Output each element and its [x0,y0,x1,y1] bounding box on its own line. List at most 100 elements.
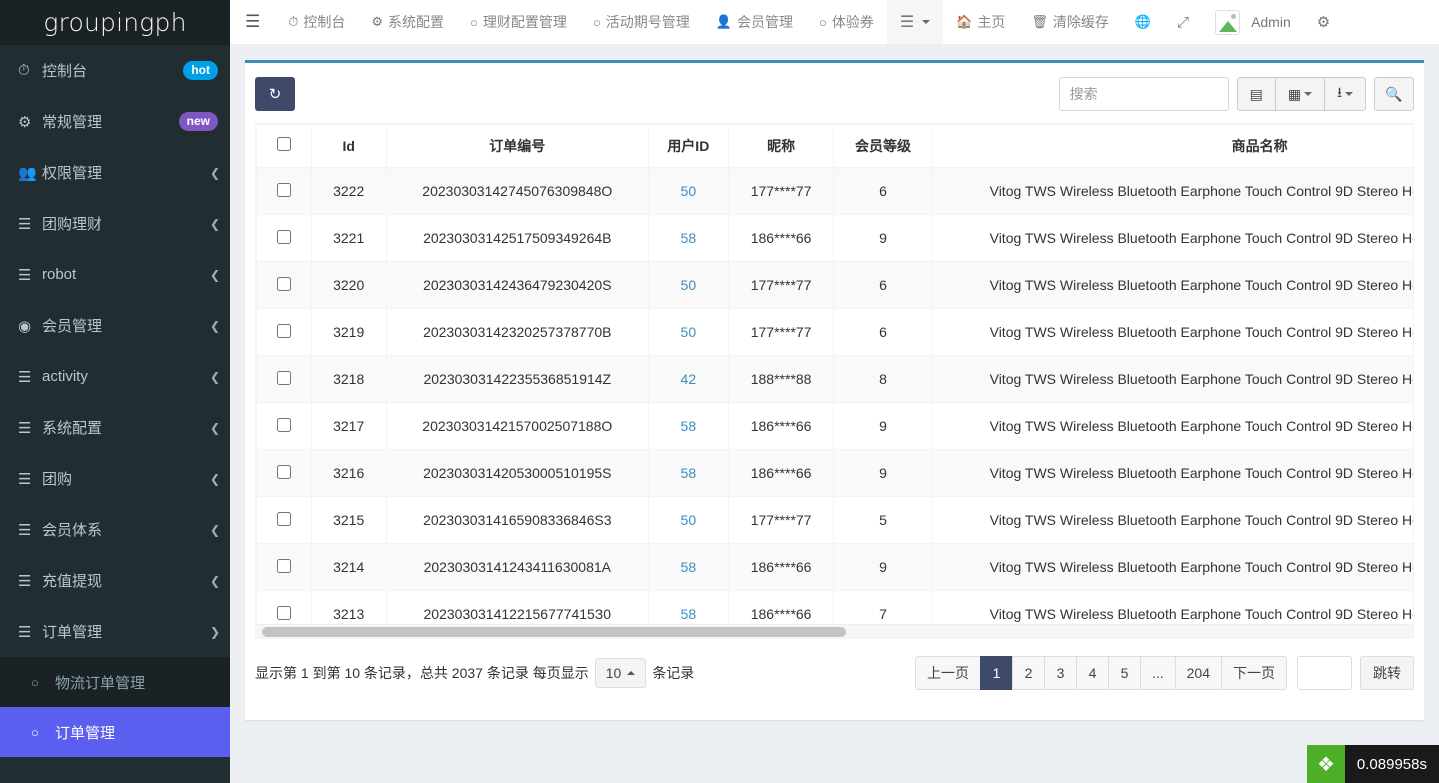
sidebar-item-groupfinance[interactable]: ☰ 团购理财 ❮ [0,198,230,249]
toggle-card-view-button[interactable]: ▤ [1237,77,1276,111]
cell-level: 6 [834,168,932,215]
page-button-5[interactable]: 5 [1108,656,1141,690]
table-row[interactable]: 321720230303142157002507188O58186****669… [257,403,1415,450]
page-button-2[interactable]: 2 [1012,656,1045,690]
scrollbar-thumb[interactable] [262,627,846,637]
sidebar-item-activity[interactable]: ☰ activity ❮ [0,351,230,402]
row-checkbox[interactable] [277,324,291,338]
table-row[interactable]: 321920230303142320257378770B50177****776… [257,309,1415,356]
nav-link-sysconfig[interactable]: ⚙ 系统配置 [358,0,457,44]
row-checkbox[interactable] [277,465,291,479]
col-uid[interactable]: 用户ID [648,125,728,168]
table-row[interactable]: 322220230303142745076309848O50177****776… [257,168,1415,215]
sidebar-item-recharge[interactable]: ☰ 充值提现 ❮ [0,555,230,606]
table-row[interactable]: 322120230303142517509349264B58186****669… [257,215,1415,262]
debug-time-label: 0.089958s [1345,745,1439,783]
table-row[interactable]: 322020230303142436479230420S50177****776… [257,262,1415,309]
sidebar-item-groupbuy[interactable]: ☰ 团购 ❮ [0,453,230,504]
nav-link-finance-config[interactable]: ○ 理财配置管理 [457,0,580,44]
cell-level: 5 [834,497,932,544]
uid-link[interactable]: 50 [681,324,697,340]
refresh-button[interactable]: ↻ [255,77,295,111]
export-dropdown-button[interactable]: ⭳ [1324,77,1366,111]
page-jump-input[interactable] [1297,656,1352,690]
table-row[interactable]: 321820230303142235536851914Z42188****888… [257,356,1415,403]
cell-level: 9 [834,403,932,450]
nav-fullscreen-button[interactable]: ⤢ [1164,0,1202,44]
row-checkbox[interactable] [277,418,291,432]
row-checkbox[interactable] [277,606,291,620]
page-button-3[interactable]: 3 [1044,656,1077,690]
nav-link-coupon[interactable]: ○ 体验券 [806,0,887,44]
uid-link[interactable]: 58 [681,559,697,575]
col-goods[interactable]: 商品名称 [932,125,1414,168]
nav-link-members[interactable]: 👤 会员管理 [703,0,806,44]
uid-link[interactable]: 50 [681,183,697,199]
columns-dropdown-button[interactable]: ▦ [1275,77,1325,111]
page-button-4[interactable]: 4 [1076,656,1109,690]
sidebar-item-sysconfig[interactable]: ☰ 系统配置 ❮ [0,402,230,453]
uid-link[interactable]: 50 [681,277,697,293]
table-row[interactable]: 32152023030314165908336846S350177****775… [257,497,1415,544]
nav-settings-button[interactable]: ⚙ [1304,0,1343,44]
nav-link-home[interactable]: 🏠 主页 [943,0,1018,44]
table-row[interactable]: 321420230303141243411630081A58186****669… [257,544,1415,591]
row-checkbox[interactable] [277,371,291,385]
cell-goods: Vitog TWS Wireless Bluetooth Earphone To… [932,450,1414,497]
col-nick[interactable]: 昵称 [728,125,834,168]
uid-link[interactable]: 42 [681,371,697,387]
brand-logo[interactable]: groupingph [0,0,230,45]
page-button-1[interactable]: 1 [980,656,1013,690]
row-checkbox[interactable] [277,512,291,526]
sidebar-item-console[interactable]: ⏱ 控制台 hot [0,45,230,96]
sidebar-item-members[interactable]: ◉ 会员管理 ❮ [0,300,230,351]
cell-id: 3217 [311,403,386,450]
list-icon: ☰ [18,623,42,641]
sidebar-toggle-button[interactable]: ☰ [230,0,275,44]
nav-user-menu[interactable]: Admin [1202,0,1304,44]
nav-link-activity-period[interactable]: ○ 活动期号管理 [580,0,703,44]
circle-o-icon: ○ [31,725,55,740]
row-checkbox[interactable] [277,277,291,291]
page-prev-button[interactable]: 上一页 [915,656,981,690]
cell-uid: 58 [648,215,728,262]
col-level[interactable]: 会员等级 [834,125,932,168]
table-row[interactable]: 321620230303142053000510195S58186****669… [257,450,1415,497]
bars-icon: ☰ [900,12,914,32]
table-head: Id 订单编号 用户ID 昵称 会员等级 商品名称 操作 [257,125,1415,168]
col-order[interactable]: 订单编号 [386,125,648,168]
sidebar-item-robot[interactable]: ☰ robot ❮ [0,249,230,300]
sidebar-item-orders[interactable]: ○ 订单管理 [0,707,230,757]
sidebar-item-permissions[interactable]: 👥 权限管理 ❮ [0,147,230,198]
nav-link-console[interactable]: ⏱ 控制台 [275,0,358,44]
sidebar-item-label: 系统配置 [42,417,210,438]
row-checkbox[interactable] [277,183,291,197]
uid-link[interactable]: 58 [681,606,697,622]
cell-level: 6 [834,309,932,356]
cogs-icon: ⚙ [1317,13,1330,31]
col-id[interactable]: Id [311,125,386,168]
uid-link[interactable]: 58 [681,230,697,246]
search-input[interactable] [1059,77,1229,111]
debug-bar[interactable]: ❖ 0.089958s [1307,745,1439,783]
nav-more-dropdown[interactable]: ☰ [887,0,943,44]
row-checkbox[interactable] [277,230,291,244]
sidebar-item-membersystem[interactable]: ☰ 会员体系 ❮ [0,504,230,555]
select-all-checkbox[interactable] [277,137,291,151]
search-button[interactable]: 🔍 [1374,77,1414,111]
page-button-204[interactable]: 204 [1175,656,1222,690]
uid-link[interactable]: 50 [681,512,697,528]
uid-link[interactable]: 58 [681,418,697,434]
uid-link[interactable]: 58 [681,465,697,481]
row-checkbox[interactable] [277,559,291,573]
sidebar-item-general[interactable]: ⚙ 常规管理 new [0,96,230,147]
nav-link-clear-cache[interactable]: 🗑 清除缓存 [1018,0,1122,44]
page-next-button[interactable]: 下一页 [1221,656,1287,690]
page-jump-button[interactable]: 跳转 [1360,656,1414,690]
sidebar-item-ordermanagement[interactable]: ☰ 订单管理 ❯ [0,606,230,657]
sidebar-item-logistics-orders[interactable]: ○ 物流订单管理 [0,657,230,707]
orders-table-container: Id 订单编号 用户ID 昵称 会员等级 商品名称 操作 32222023030… [255,123,1414,639]
page-size-select[interactable]: 10 [595,658,647,688]
nav-language-button[interactable]: 🌐 [1122,0,1164,44]
table-horizontal-scrollbar[interactable] [256,624,1413,638]
